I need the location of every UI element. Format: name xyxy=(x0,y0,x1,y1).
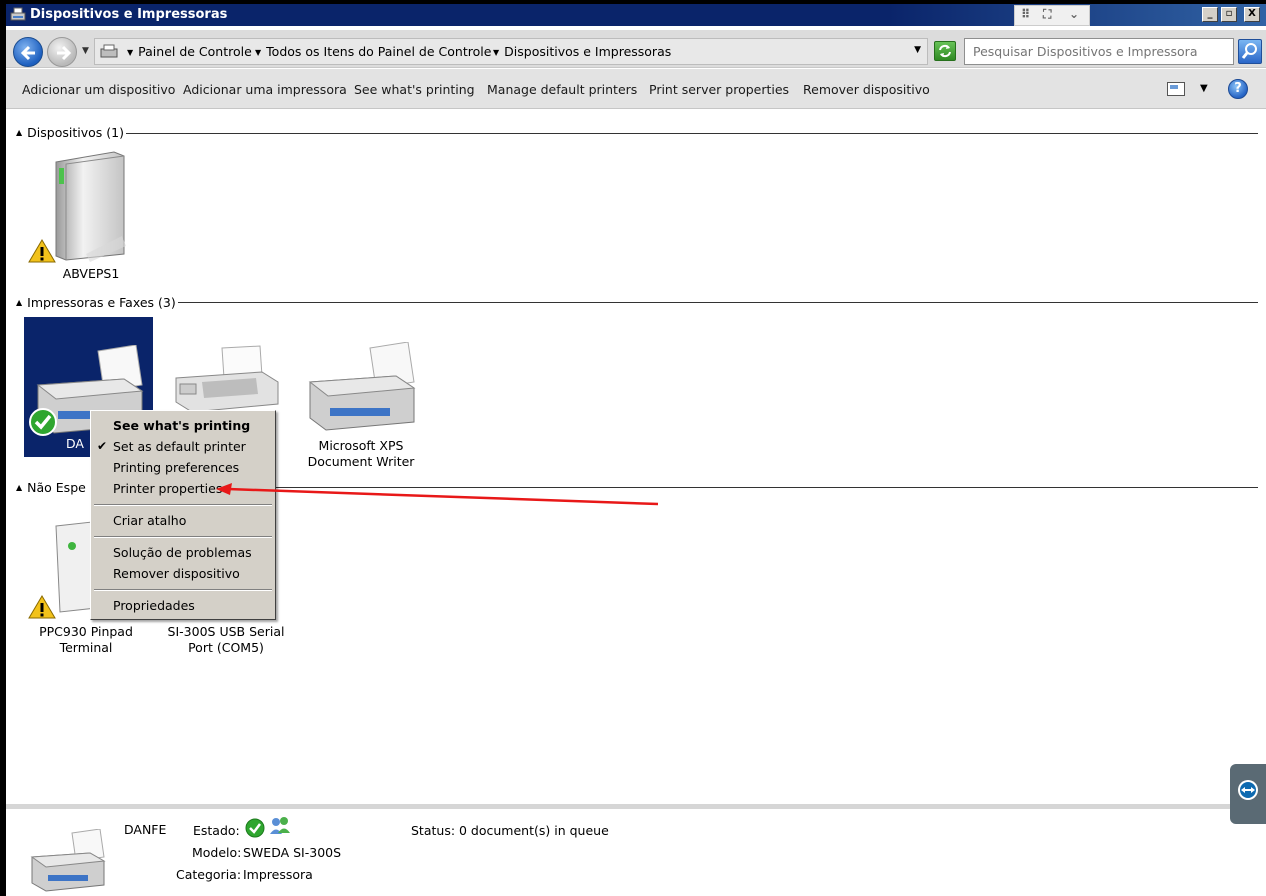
refresh-icon xyxy=(939,44,951,58)
details-categoria-label: Categoria: xyxy=(176,867,242,882)
details-status-value: 0 document(s) in queue xyxy=(459,823,609,838)
device-label-line1: Microsoft XPS xyxy=(318,438,404,453)
grip-icon: ⠿ xyxy=(1021,7,1031,21)
details-modelo-label: Modelo: xyxy=(192,845,242,860)
help-icon[interactable]: ? xyxy=(1228,79,1248,99)
snap-toolbar[interactable]: ⠿ ⛶ ⌄ xyxy=(1014,5,1090,26)
print-server-properties-button[interactable]: Print server properties xyxy=(649,82,789,97)
back-arrow-icon xyxy=(20,45,35,61)
breadcrumb-item-painel[interactable]: ▼ Painel de Controle xyxy=(127,44,252,59)
address-bar: ▼ ▼ Painel de Controle ▼ Todos os Itens do… xyxy=(6,30,1266,68)
device-item-si300s[interactable]: SI-300S USB Serial Port (COM5) xyxy=(161,624,291,660)
window-title: Dispositivos e Impressoras xyxy=(30,7,228,22)
menu-item-set-default[interactable]: Set as default printer xyxy=(113,439,246,454)
control-panel-icon xyxy=(100,44,118,58)
group-header-unspecified[interactable]: ▲ Não Espe xyxy=(16,480,86,495)
device-label-line2: Terminal xyxy=(59,640,113,655)
shared-users-icon xyxy=(270,817,290,834)
breadcrumb[interactable]: ▼ Painel de Controle ▼ Todos os Itens do P… xyxy=(94,38,928,65)
menu-separator xyxy=(94,589,272,591)
view-options-dropdown[interactable]: ▼ xyxy=(1200,83,1208,94)
details-modelo-value: SWEDA SI-300S xyxy=(243,845,342,860)
fax-icon xyxy=(175,345,279,413)
chevron-down-icon[interactable]: ⌄ xyxy=(1069,7,1079,21)
checkmark-icon: ✔ xyxy=(97,439,108,453)
default-printer-check-icon xyxy=(29,408,57,436)
add-device-button[interactable]: Adicionar um dispositivo xyxy=(22,82,175,97)
device-list: ▲ Dispositivos (1) ABVEPS1 ▲ Impressoras… xyxy=(6,110,1266,804)
warning-icon xyxy=(28,595,56,619)
group-divider xyxy=(126,133,1258,134)
menu-item-troubleshoot[interactable]: Solução de problemas xyxy=(113,545,252,560)
details-pane: DANFE Estado: Status: 0 document(s) in q… xyxy=(6,804,1266,896)
close-button[interactable]: X xyxy=(1244,7,1260,22)
search-input[interactable] xyxy=(965,39,1205,64)
menu-item-remove-device[interactable]: Remover dispositivo xyxy=(113,566,240,581)
device-label: ABVEPS1 xyxy=(62,266,120,281)
details-categoria-value: Impressora xyxy=(243,867,313,882)
device-item-xps-writer[interactable]: Microsoft XPS Document Writer xyxy=(296,341,426,472)
device-label-line1: PPC930 Pinpad xyxy=(39,624,133,639)
explorer-window: Dispositivos e Impressoras ⠿ ⛶ ⌄ _ ▫ X ▼ xyxy=(6,4,1266,896)
forward-button[interactable] xyxy=(47,37,77,67)
details-estado-label: Estado: xyxy=(193,823,240,838)
breadcrumb-item-dispositivos[interactable]: ▼ Dispositivos e Impressoras xyxy=(493,44,671,59)
status-ok-icon xyxy=(245,818,265,838)
remote-session-tab[interactable] xyxy=(1230,764,1266,824)
device-label-line1: SI-300S USB Serial xyxy=(167,624,285,639)
menu-item-see-whats-printing[interactable]: See what's printing xyxy=(113,418,250,433)
minimize-button[interactable]: _ xyxy=(1202,7,1218,22)
printer-icon xyxy=(308,341,416,431)
teamviewer-icon xyxy=(1238,780,1258,800)
forward-arrow-icon xyxy=(57,45,72,61)
details-device-name: DANFE xyxy=(124,822,167,837)
search-field[interactable] xyxy=(964,38,1234,65)
command-bar: Adicionar um dispositivo Adicionar uma i… xyxy=(6,69,1266,109)
collapse-triangle-icon: ▲ xyxy=(16,128,23,137)
see-whats-printing-button[interactable]: See what's printing xyxy=(354,82,475,97)
menu-item-create-shortcut[interactable]: Criar atalho xyxy=(113,513,186,528)
collapse-triangle-icon: ▲ xyxy=(16,298,23,307)
device-label-line2: Port (COM5) xyxy=(188,640,264,655)
menu-item-printing-preferences[interactable]: Printing preferences xyxy=(113,460,239,475)
search-icon xyxy=(1241,43,1257,59)
annotation-arrow xyxy=(216,483,659,506)
device-label-line2: Document Writer xyxy=(307,454,415,469)
address-dropdown[interactable]: ▼ xyxy=(914,45,921,55)
group-header-devices[interactable]: ▲ Dispositivos (1) xyxy=(16,125,124,140)
device-item-abveps1[interactable]: ABVEPS1 xyxy=(26,146,156,282)
title-bar[interactable]: Dispositivos e Impressoras ⠿ ⛶ ⌄ _ ▫ X xyxy=(6,4,1266,26)
details-status-label: Status: xyxy=(411,823,456,838)
group-divider xyxy=(178,302,1258,303)
context-menu: See what's printing ✔ Set as default pri… xyxy=(90,410,276,620)
recent-pages-dropdown[interactable]: ▼ xyxy=(82,46,89,56)
menu-item-properties[interactable]: Propriedades xyxy=(113,598,195,613)
group-header-printers[interactable]: ▲ Impressoras e Faxes (3) xyxy=(16,295,176,310)
breadcrumb-item-todos[interactable]: ▼ Todos os Itens do Painel de Controle xyxy=(255,44,491,59)
manage-default-printers-button[interactable]: Manage default printers xyxy=(487,82,637,97)
expand-icon[interactable]: ⛶ xyxy=(1043,7,1051,22)
collapse-triangle-icon: ▲ xyxy=(16,483,23,492)
add-printer-button[interactable]: Adicionar uma impressora xyxy=(183,82,347,97)
restore-button[interactable]: ▫ xyxy=(1221,7,1237,22)
back-button[interactable] xyxy=(13,37,43,67)
menu-separator xyxy=(94,536,272,538)
remove-device-button[interactable]: Remover dispositivo xyxy=(803,82,930,97)
refresh-button[interactable] xyxy=(934,41,956,61)
device-item-fax[interactable] xyxy=(166,342,286,413)
search-button[interactable] xyxy=(1238,39,1262,64)
printer-icon xyxy=(30,829,106,892)
change-view-icon[interactable] xyxy=(1167,82,1185,96)
warning-icon xyxy=(28,239,56,263)
devices-printers-icon xyxy=(10,7,26,21)
